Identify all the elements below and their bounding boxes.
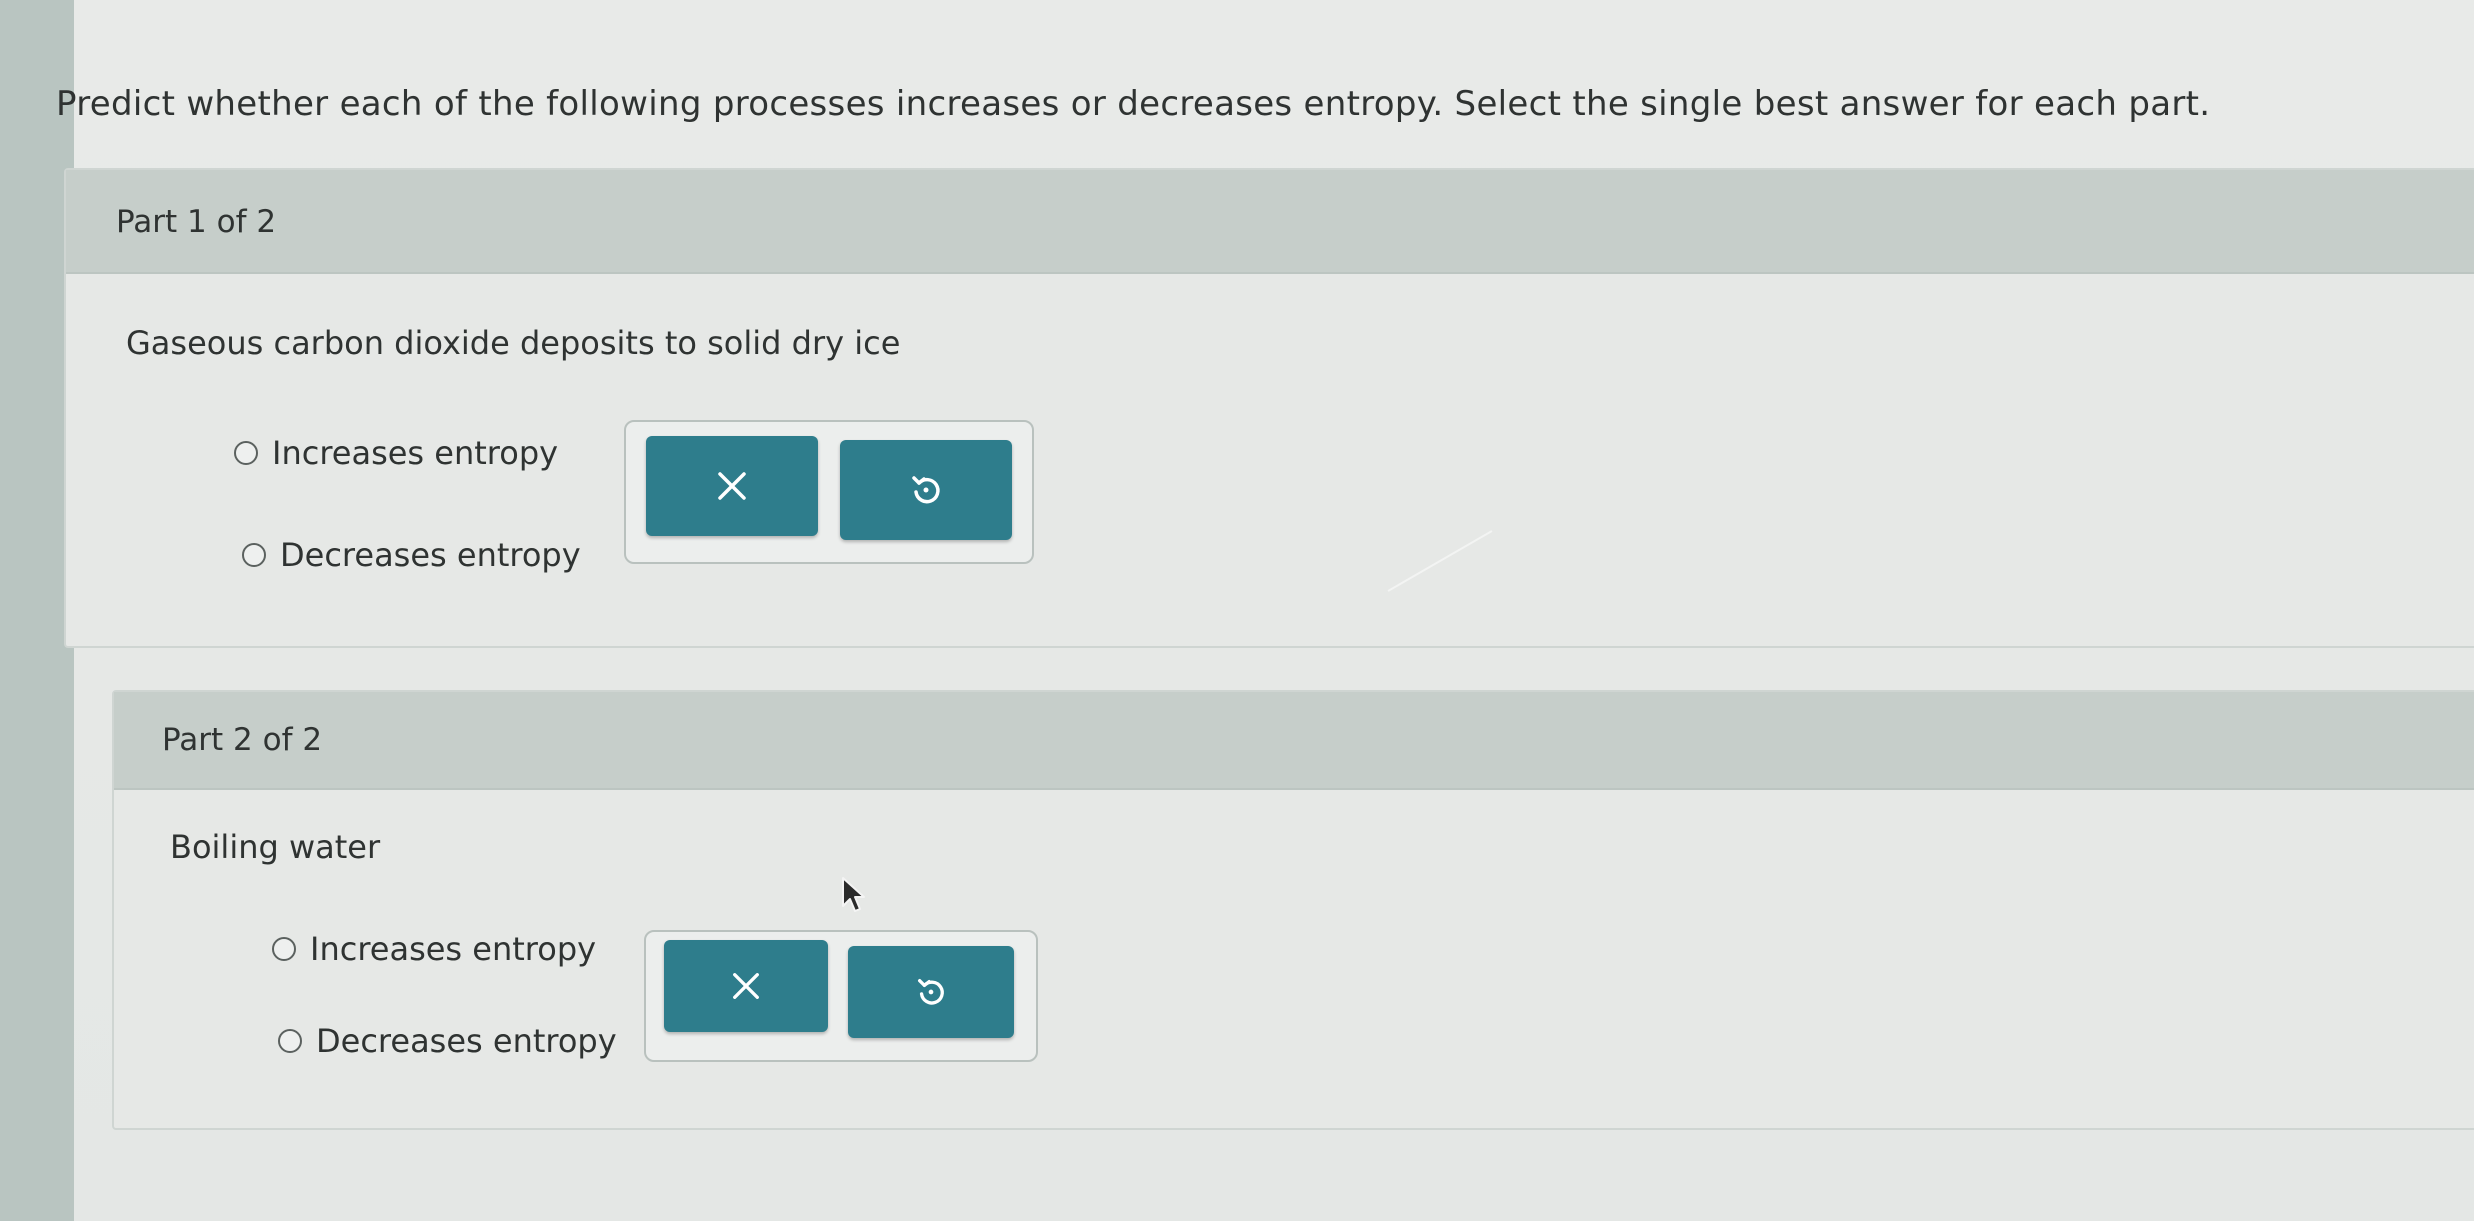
radio-button[interactable] [272,937,296,961]
part-2-question: Boiling water [170,828,381,866]
part-2-button-group [644,930,1038,1062]
part-1-undo-button[interactable] [840,440,1012,540]
part-1-panel: Part 1 of 2 Gaseous carbon dioxide depos… [64,168,2474,648]
mouse-cursor-icon [842,877,865,912]
part-1-button-group [624,420,1034,564]
option-label: Decreases entropy [316,1022,617,1060]
option-label: Increases entropy [310,930,597,968]
x-icon [718,472,746,500]
part-1-clear-button[interactable] [646,436,818,536]
part-2-label: Part 2 of 2 [162,722,323,758]
undo-icon [912,476,940,504]
part-1-option-increases[interactable]: Increases entropy [234,434,558,472]
part-2-option-decreases[interactable]: Decreases entropy [278,1022,617,1060]
x-icon [733,973,759,999]
page-background: Predict whether each of the following pr… [0,0,2474,1221]
part-2-panel: Part 2 of 2 Boiling water Increases entr… [112,690,2474,1130]
part-1-label: Part 1 of 2 [116,204,277,240]
option-label: Increases entropy [272,434,559,472]
option-label: Decreases entropy [280,536,581,574]
part-2-option-increases[interactable]: Increases entropy [272,930,596,968]
part-2-clear-button[interactable] [664,940,828,1032]
part-2-header: Part 2 of 2 [114,692,2474,790]
part-1-question: Gaseous carbon dioxide deposits to solid… [126,324,901,362]
part-1-header: Part 1 of 2 [66,170,2474,274]
radio-button[interactable] [234,441,258,465]
radio-button[interactable] [242,543,266,567]
instructions-text: Predict whether each of the following pr… [56,84,2211,124]
left-margin [0,0,74,1221]
part-2-undo-button[interactable] [848,946,1014,1038]
radio-button[interactable] [278,1029,302,1053]
part-1-option-decreases[interactable]: Decreases entropy [242,536,581,574]
undo-icon [918,979,944,1005]
